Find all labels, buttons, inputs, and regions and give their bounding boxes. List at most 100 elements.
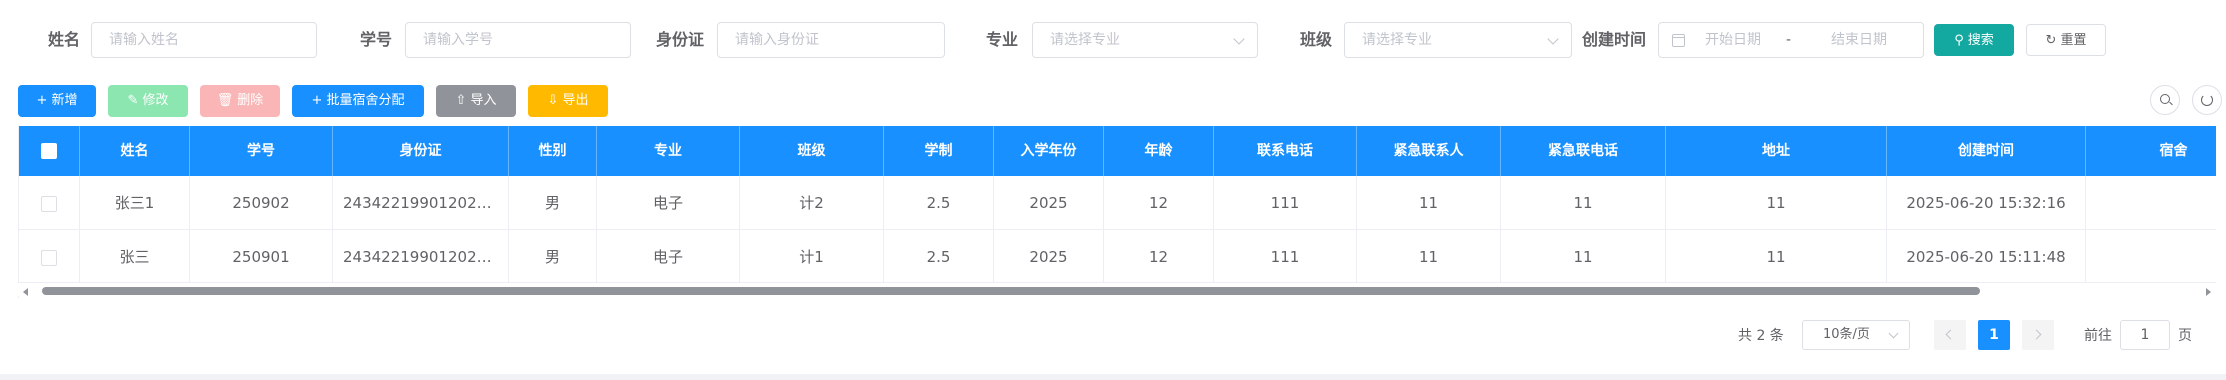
search-form: 姓名 请输入姓名 学号 请输入学号 身份证 请输入身份证 专业 请选择专业 班级… xyxy=(0,22,2226,58)
toggle-search-button[interactable] xyxy=(2150,85,2180,115)
table-cell: 11 xyxy=(1501,230,1666,284)
scroll-right-icon[interactable] xyxy=(2206,288,2211,296)
table-cell: 111 xyxy=(1214,176,1357,230)
table-cell: 243422199012027... xyxy=(333,230,509,284)
chevron-right-icon xyxy=(2031,329,2042,340)
column-header[interactable]: 学制 xyxy=(884,126,994,176)
table-row[interactable]: 张三 250901 243422199012027... 男 电子 计1 2.5… xyxy=(19,230,2216,284)
column-header[interactable]: 紧急联电话 xyxy=(1501,126,1666,176)
created-date-range[interactable]: 开始日期 - 结束日期 xyxy=(1658,22,1924,58)
end-date-input[interactable]: 结束日期 xyxy=(1831,23,1887,57)
page-number-current[interactable]: 1 xyxy=(1978,320,2010,350)
table-cell: 电子 xyxy=(597,176,740,230)
table-cell: 111 xyxy=(1214,230,1357,284)
table-cell: 2025-06-20 15:11:48 xyxy=(1887,230,2086,284)
table-cell: 12 xyxy=(1104,230,1214,284)
column-header[interactable]: 年龄 xyxy=(1104,126,1214,176)
refresh-icon xyxy=(2201,94,2213,106)
select-all-checkbox-cell[interactable] xyxy=(19,126,80,176)
column-header[interactable]: 班级 xyxy=(740,126,884,176)
column-header[interactable]: 地址 xyxy=(1666,126,1887,176)
reset-button-label: 重置 xyxy=(2060,33,2087,48)
table-cell: 2.5 xyxy=(884,230,994,284)
search-button[interactable]: ⚲ 搜索 xyxy=(1934,24,2014,56)
delete-button-label: 删除 xyxy=(237,93,264,108)
export-button-label: 导出 xyxy=(562,93,589,108)
column-header[interactable]: 性别 xyxy=(509,126,597,176)
refresh-icon: ↻ xyxy=(2045,33,2057,48)
column-header[interactable]: 姓名 xyxy=(80,126,190,176)
batch-dorm-assign-button[interactable]: + 批量宿舍分配 xyxy=(292,85,424,117)
id-card-label: 身份证 xyxy=(656,30,705,49)
page-bottom-divider xyxy=(0,374,2226,380)
student-id-input[interactable]: 请输入学号 xyxy=(405,22,631,58)
column-header[interactable]: 联系电话 xyxy=(1214,126,1357,176)
class-label: 班级 xyxy=(1300,30,1333,49)
edit-icon: ✎ xyxy=(127,93,139,108)
id-card-input[interactable]: 请输入身份证 xyxy=(717,22,945,58)
student-id-label: 学号 xyxy=(360,30,393,49)
batch-dorm-assign-label: 批量宿舍分配 xyxy=(326,93,405,108)
table-cell: 11 xyxy=(1666,230,1887,284)
class-select[interactable]: 请选择专业 xyxy=(1344,22,1572,58)
column-header[interactable]: 身份证 xyxy=(333,126,509,176)
row-checkbox-cell[interactable] xyxy=(19,176,80,230)
column-header[interactable]: 紧急联系人 xyxy=(1357,126,1501,176)
major-select[interactable]: 请选择专业 xyxy=(1032,22,1258,58)
table-cell: 243422199012027... xyxy=(333,176,509,230)
chevron-left-icon xyxy=(1945,329,1956,340)
edit-button[interactable]: ✎ 修改 xyxy=(108,85,188,117)
import-button-label: 导入 xyxy=(470,93,497,108)
created-time-label: 创建时间 xyxy=(1582,30,1647,49)
reset-button[interactable]: ↻ 重置 xyxy=(2026,24,2106,56)
column-header[interactable]: 专业 xyxy=(597,126,740,176)
select-all-checkbox[interactable] xyxy=(41,143,57,159)
column-header[interactable]: 宿舍 xyxy=(2086,126,2216,176)
prev-page-button[interactable] xyxy=(1934,320,1966,350)
delete-button[interactable]: 🗑 删除 xyxy=(200,85,280,117)
column-header[interactable]: 创建时间 xyxy=(1887,126,2086,176)
search-icon: ⚲ xyxy=(1954,33,1964,48)
chevron-down-icon xyxy=(1888,328,1899,339)
start-date-input[interactable]: 开始日期 xyxy=(1705,23,1761,57)
column-header[interactable]: 学号 xyxy=(190,126,333,176)
chevron-down-icon xyxy=(1233,33,1245,45)
scroll-left-icon[interactable] xyxy=(23,288,28,296)
table-cell: 2025-06-20 15:32:16 xyxy=(1887,176,2086,230)
add-button[interactable]: + 新增 xyxy=(18,85,96,117)
row-checkbox-cell[interactable] xyxy=(19,230,80,284)
calendar-icon xyxy=(1672,34,1685,47)
next-page-button[interactable] xyxy=(2022,320,2054,350)
search-icon xyxy=(2160,94,2170,104)
plus-icon: + xyxy=(311,93,323,108)
row-checkbox[interactable] xyxy=(41,249,57,266)
table-cell: 2025 xyxy=(994,230,1104,284)
page-size-select[interactable]: 10条/页 xyxy=(1802,320,1910,350)
export-button[interactable]: ⇩ 导出 xyxy=(528,85,608,117)
table-cell: 12 xyxy=(1104,176,1214,230)
student-table: 姓名 学号 身份证 性别 专业 班级 学制 入学年份 年龄 联系电话 紧急联系人… xyxy=(18,126,2216,298)
refresh-button[interactable] xyxy=(2192,85,2222,115)
name-label: 姓名 xyxy=(48,30,81,49)
page-unit-label: 页 xyxy=(2178,328,2192,344)
name-input[interactable]: 请输入姓名 xyxy=(91,22,317,58)
add-button-label: 新增 xyxy=(51,93,78,108)
column-header[interactable]: 入学年份 xyxy=(994,126,1104,176)
row-checkbox[interactable] xyxy=(41,195,57,212)
table-cell: 计2 xyxy=(740,176,884,230)
table-cell: 男 xyxy=(509,230,597,284)
edit-button-label: 修改 xyxy=(142,93,169,108)
horizontal-scrollbar[interactable] xyxy=(18,282,2216,296)
table-row[interactable]: 张三1 250902 243422199012027... 男 电子 计2 2.… xyxy=(19,176,2216,230)
table-cell: 张三 xyxy=(80,230,190,284)
table-cell: 11 xyxy=(1357,176,1501,230)
scrollbar-thumb[interactable] xyxy=(42,287,1980,295)
import-button[interactable]: ⇧ 导入 xyxy=(436,85,516,117)
table-cell: 11 xyxy=(1501,176,1666,230)
goto-page-input[interactable]: 1 xyxy=(2120,320,2170,350)
chevron-down-icon xyxy=(1547,33,1559,45)
table-cell: 250901 xyxy=(190,230,333,284)
major-select-placeholder: 请选择专业 xyxy=(1050,32,1120,48)
plus-icon: + xyxy=(36,93,48,108)
goto-label: 前往 xyxy=(2084,328,2112,344)
